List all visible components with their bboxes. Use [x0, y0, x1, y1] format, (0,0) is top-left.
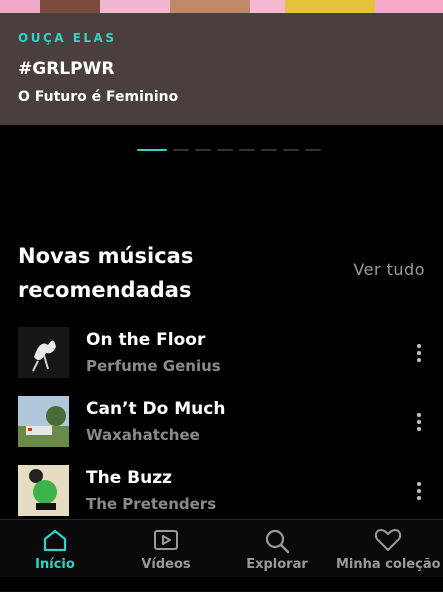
more-options-icon[interactable] — [409, 475, 429, 505]
track-title: The Buzz — [86, 468, 172, 488]
track-artist[interactable]: Waxahatchee — [86, 426, 200, 444]
carousel-dot[interactable] — [195, 149, 211, 151]
section-title: Novas músicas recomendadas — [18, 244, 194, 302]
see-all-link[interactable]: Ver tudo — [353, 260, 425, 279]
nav-item-explore[interactable]: Explorar — [236, 520, 318, 580]
hero-title: #GRLPWR — [18, 59, 115, 79]
carousel-dot[interactable] — [283, 149, 299, 151]
more-options-icon[interactable] — [409, 406, 429, 436]
track-title: On the Floor — [86, 330, 206, 350]
search-icon — [265, 529, 290, 554]
carousel-dot[interactable] — [217, 149, 233, 151]
nav-item-videos[interactable]: Vídeos — [129, 520, 203, 580]
carousel-dot[interactable] — [261, 149, 277, 151]
heart-icon — [374, 529, 402, 551]
carousel-dot[interactable] — [305, 149, 321, 151]
hero-subtitle: O Futuro é Feminino — [18, 89, 179, 105]
carousel-dot[interactable] — [173, 149, 189, 151]
nav-item-home[interactable]: Início — [18, 520, 92, 580]
carousel-indicator — [137, 149, 321, 152]
track-row[interactable]: The Buzz The Pretenders — [0, 465, 443, 521]
nav-label: Minha coleção — [336, 557, 441, 572]
track-artist[interactable]: The Pretenders — [86, 495, 216, 513]
more-options-icon[interactable] — [409, 337, 429, 367]
album-art — [18, 396, 69, 447]
album-art — [18, 465, 69, 516]
carousel-dot[interactable] — [137, 149, 167, 151]
nav-item-collection[interactable]: Minha coleção — [336, 520, 441, 580]
hero-banner[interactable]: OUÇA ELAS #GRLPWR O Futuro é Feminino — [0, 0, 443, 125]
video-icon — [154, 530, 178, 550]
track-row[interactable]: On the Floor Perfume Genius — [0, 327, 443, 383]
nav-label: Explorar — [246, 557, 308, 572]
track-artist[interactable]: Perfume Genius — [86, 357, 221, 375]
album-art — [18, 327, 69, 378]
track-row[interactable]: Can’t Do Much Waxahatchee — [0, 396, 443, 452]
track-title: Can’t Do Much — [86, 399, 226, 419]
home-icon — [43, 529, 67, 552]
nav-label: Início — [35, 557, 75, 572]
carousel-dot[interactable] — [239, 149, 255, 151]
hero-image — [0, 0, 443, 13]
bottom-bar — [0, 577, 443, 591]
nav-label: Vídeos — [141, 557, 191, 572]
hero-kicker: OUÇA ELAS — [18, 31, 117, 45]
